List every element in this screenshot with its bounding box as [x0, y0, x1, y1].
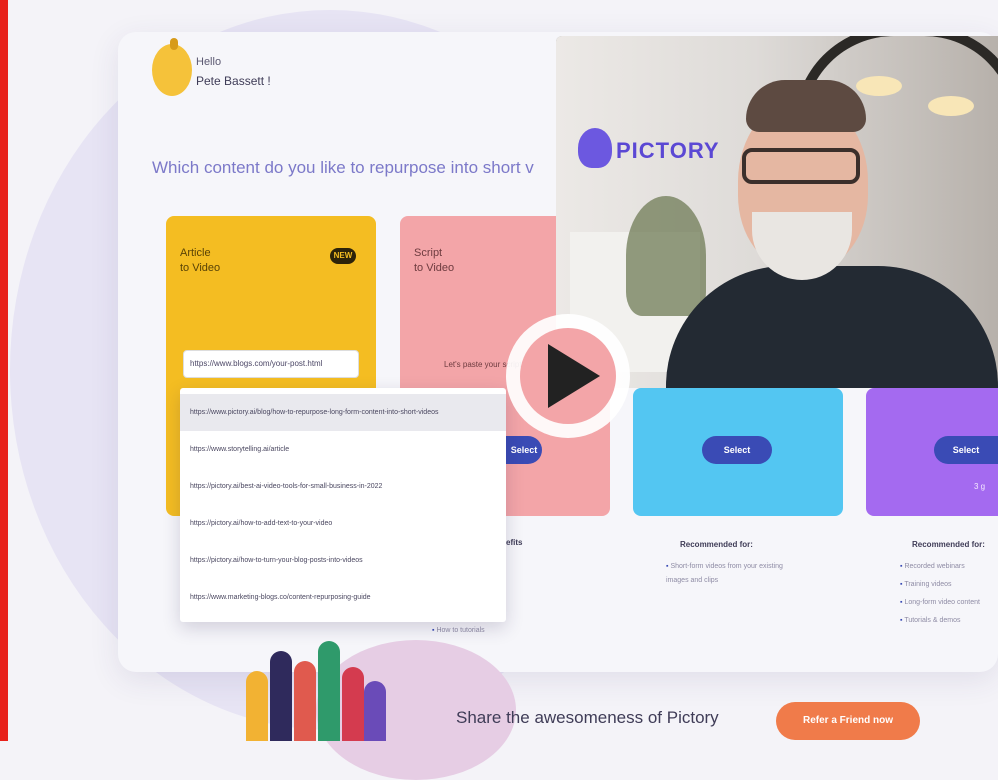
recommended-item-3-1: Training videos	[900, 578, 998, 592]
article-card-title-line2: to Video	[180, 262, 221, 274]
recommended-item-3-2: Long-form video content	[900, 596, 998, 610]
url-suggestion-5[interactable]: https://www.marketing-blogs.co/content-r…	[180, 579, 506, 616]
article-card-title: Article to Video	[180, 246, 280, 276]
person-figure	[318, 641, 340, 741]
recommended-title-3: Recommended for:	[912, 540, 985, 549]
visuals-select-button[interactable]: Select	[934, 436, 998, 464]
article-select-button[interactable]: Select	[506, 436, 542, 464]
person-figure	[246, 671, 268, 741]
script-card-title-line2: to Video	[414, 262, 455, 274]
edit-videos-select-button[interactable]: Select	[702, 436, 772, 464]
video-plant	[626, 196, 706, 316]
url-suggestion-4[interactable]: https://pictory.ai/how-to-turn-your-blog…	[180, 542, 506, 579]
video-brand-text: PICTORY	[616, 138, 720, 163]
video-person-glasses	[742, 148, 860, 184]
recommended-item-3-3: Tutorials & demos	[900, 614, 998, 628]
share-text: Share the awesomeness of Pictory	[456, 708, 719, 727]
avatar-icon	[152, 38, 192, 96]
recommended-item-3-0: Recorded webinars	[900, 560, 998, 574]
pictory-logo-icon	[578, 128, 612, 168]
benefits-title-tail: efits	[506, 538, 523, 547]
video-person-hair	[746, 80, 866, 132]
benefits-item: How to tutorials	[432, 624, 552, 638]
url-suggestion-3[interactable]: https://pictory.ai/how-to-add-text-to-yo…	[180, 505, 506, 542]
purple-card-note: 3 g	[974, 482, 986, 491]
recommended-title-2: Recommended for:	[680, 540, 753, 549]
url-suggestions-dropdown: https://www.pictory.ai/blog/how-to-repur…	[180, 388, 506, 622]
left-red-border	[0, 0, 8, 741]
recommended-item-2-0: Short-form videos from your existing ima…	[666, 560, 786, 588]
new-badge: NEW	[330, 248, 356, 264]
person-figure	[270, 651, 292, 741]
script-card-title: Script to Video	[414, 246, 514, 276]
url-suggestion-0[interactable]: https://www.pictory.ai/blog/how-to-repur…	[180, 394, 506, 431]
greeting-user-name: Pete Bassett !	[196, 74, 271, 88]
script-card-title-line1: Script	[414, 247, 443, 259]
refer-friend-button[interactable]: Refer a Friend now	[776, 702, 920, 740]
people-illustration	[240, 630, 390, 741]
greeting-hello: Hello	[196, 56, 222, 68]
person-figure	[342, 667, 364, 741]
play-icon[interactable]	[548, 344, 600, 408]
person-figure	[294, 661, 316, 741]
url-suggestion-2[interactable]: https://pictory.ai/best-ai-video-tools-f…	[180, 468, 506, 505]
page-question: Which content do you like to repurpose i…	[152, 158, 534, 177]
article-url-input[interactable]	[183, 350, 359, 378]
person-figure	[364, 681, 386, 741]
intro-video[interactable]: PICTORY	[556, 36, 998, 388]
url-suggestion-1[interactable]: https://www.storytelling.ai/article	[180, 431, 506, 468]
article-card-title-line1: Article	[180, 247, 211, 259]
